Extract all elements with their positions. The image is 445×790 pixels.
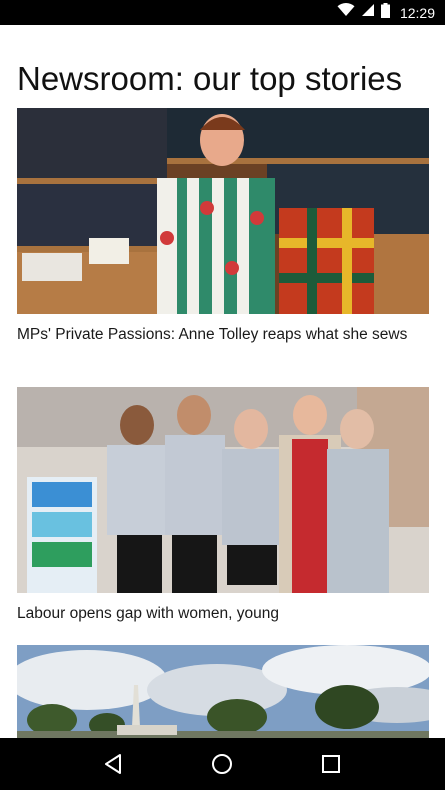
- recents-icon[interactable]: [316, 749, 346, 779]
- status-icons: 12:29: [337, 0, 435, 25]
- story-2-image[interactable]: [17, 387, 429, 593]
- status-time: 12:29: [399, 4, 435, 21]
- page-title: Newsroom: our top stories: [17, 60, 403, 97]
- cell-signal-icon: [361, 3, 375, 22]
- story-3-image[interactable]: [17, 645, 429, 738]
- back-icon[interactable]: [99, 749, 129, 779]
- story-2-title[interactable]: Labour opens gap with women, young: [17, 604, 429, 624]
- navigation-bar: [0, 738, 445, 790]
- battery-icon: [380, 2, 390, 23]
- status-bar: 12:29: [0, 0, 445, 25]
- feed[interactable]: Newsroom: our top stories MPs' Private P…: [0, 25, 445, 738]
- home-icon[interactable]: [207, 749, 237, 779]
- story-1-image[interactable]: [17, 108, 429, 314]
- wifi-icon: [337, 3, 355, 22]
- story-1-title[interactable]: MPs' Private Passions: Anne Tolley reaps…: [17, 325, 429, 345]
